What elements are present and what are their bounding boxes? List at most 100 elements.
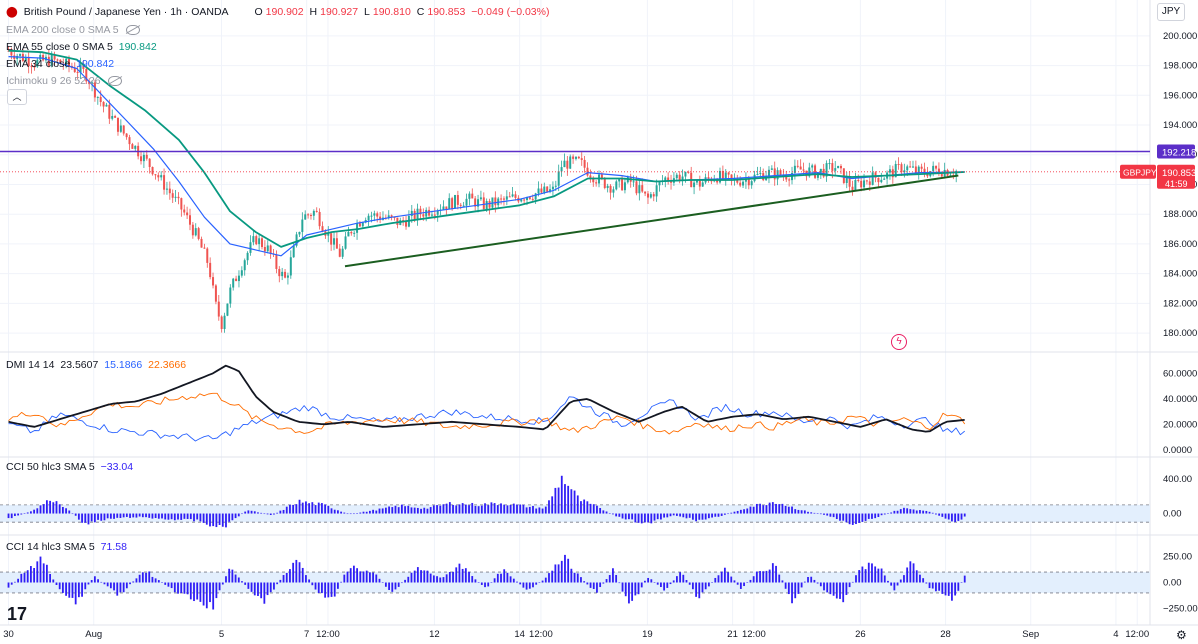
cci50-bar (10, 513, 13, 519)
cci50-bar (432, 505, 435, 514)
candle-body (479, 197, 482, 200)
cci50-bar (656, 513, 659, 520)
cci50-bar (663, 513, 666, 518)
cci14-bar (791, 582, 793, 604)
cci14-bar (138, 574, 141, 583)
cci50-bar (516, 504, 518, 514)
tradingview-logo-icon[interactable]: 17 (7, 604, 27, 625)
candle-body (572, 156, 575, 159)
candle-body (623, 182, 626, 191)
cci50-bar (423, 507, 426, 514)
cci14-bar (599, 582, 602, 588)
cci50-bar (880, 513, 883, 516)
legend-ichimoku[interactable]: Ichimoku 9 26 52 26 (6, 74, 125, 88)
legend-ema55[interactable]: EMA 55 close 0 SMA 5 190.842 (6, 40, 160, 54)
cci50-bar (608, 513, 611, 514)
cci14-bar (618, 582, 621, 584)
candle-body (750, 181, 753, 186)
cci14-bar (570, 568, 573, 583)
time-axis-label: 12:00 (1125, 629, 1149, 640)
candle-body (595, 182, 598, 184)
cci50-bar (644, 513, 646, 523)
ichimoku-label: Ichimoku 9 26 52 26 (6, 75, 101, 87)
lightning-icon[interactable]: ϟ (891, 334, 907, 350)
candle-body (261, 238, 264, 247)
cci50-bar (746, 508, 749, 514)
cci14-bar (487, 582, 490, 587)
candle-body (301, 219, 304, 232)
cci50-bar (615, 513, 618, 517)
close-label: C (416, 6, 425, 18)
cci14-bar (58, 582, 61, 590)
cci50-bar (816, 513, 819, 514)
cci50-bar (420, 508, 422, 514)
legend-dmi[interactable]: DMI 14 14 23.5607 15.1866 22.3666 (6, 358, 189, 372)
cci50-bar (887, 513, 889, 514)
cci14-bar (698, 582, 701, 599)
cci14-bar (739, 582, 742, 589)
cci14-bar (410, 572, 413, 583)
candle-body (197, 228, 200, 239)
candle-body (563, 160, 566, 168)
cci14-bar (522, 582, 525, 588)
candle-body (304, 214, 307, 220)
cci50-bar (221, 513, 224, 527)
currency-button[interactable]: JPY (1157, 3, 1185, 21)
cci14-bar (132, 581, 135, 583)
legend-ema200[interactable]: EMA 200 close 0 SMA 5 (6, 23, 143, 37)
time-axis-label: 21 (727, 629, 738, 640)
candle-body (883, 178, 886, 180)
cci14-bar (915, 570, 918, 583)
cci14-bar (794, 582, 797, 599)
cci50-bar (218, 513, 221, 525)
cci14-bar (17, 578, 20, 583)
cci14-bar (125, 582, 128, 589)
candle-body (739, 182, 742, 186)
candle-body (603, 177, 606, 189)
cci14-bar (819, 582, 822, 587)
cci14-bar (477, 582, 480, 583)
cci14-bar (93, 576, 96, 583)
candle-body (174, 196, 177, 198)
chart-canvas[interactable]: 200.000198.000196.000194.000192.000190.0… (0, 0, 1198, 644)
cci14-bar (215, 582, 218, 599)
cci14-bar (925, 582, 928, 584)
cci50-bar (528, 506, 531, 514)
cci50-bar (416, 507, 419, 514)
symbol-title[interactable]: British Pound / Japanese Yen · 1h · OAND… (24, 6, 229, 18)
cci14-bar (723, 567, 726, 583)
cci14-bar (432, 575, 435, 583)
candle-body (655, 185, 658, 197)
cci50-bar (871, 513, 873, 519)
candle-body (445, 206, 448, 209)
cci50-bar (394, 505, 397, 514)
legend-cci50[interactable]: CCI 50 hlc3 SMA 5 −33.04 (6, 460, 136, 474)
cci14-bar (666, 582, 669, 588)
candle-body (508, 196, 511, 198)
legend-cci14[interactable]: CCI 14 hlc3 SMA 5 71.58 (6, 540, 130, 554)
candle-body (609, 185, 612, 193)
eye-off-icon[interactable] (107, 76, 122, 87)
cci50-bar (493, 503, 496, 514)
candle-body (252, 236, 255, 243)
legend-collapse-button[interactable]: ︿ (7, 89, 27, 105)
cci50-bar (461, 503, 464, 514)
legend-ema34[interactable]: EMA 34 close 190.842 (6, 57, 117, 71)
cci14-bar (963, 575, 966, 583)
gear-icon[interactable]: ⚙ (1176, 628, 1187, 642)
symbol-header[interactable]: ⬤ British Pound / Japanese Yen · 1h · OA… (6, 5, 552, 19)
candle-body (330, 233, 333, 245)
cci50-bar (157, 513, 160, 519)
cci14-bar (439, 577, 442, 583)
cci50-bar (141, 513, 144, 518)
cci14-bar (464, 568, 467, 583)
cci14-bar (234, 574, 237, 583)
cci50-bar (429, 507, 432, 514)
candle-body (284, 271, 287, 278)
cci50-bar (93, 513, 96, 523)
time-axis-label: 30 (3, 629, 14, 640)
ema200-label: EMA 200 close 0 SMA 5 (6, 24, 119, 36)
cci50-bar (813, 512, 816, 514)
candle-body (105, 104, 108, 107)
eye-off-icon[interactable] (125, 25, 140, 36)
